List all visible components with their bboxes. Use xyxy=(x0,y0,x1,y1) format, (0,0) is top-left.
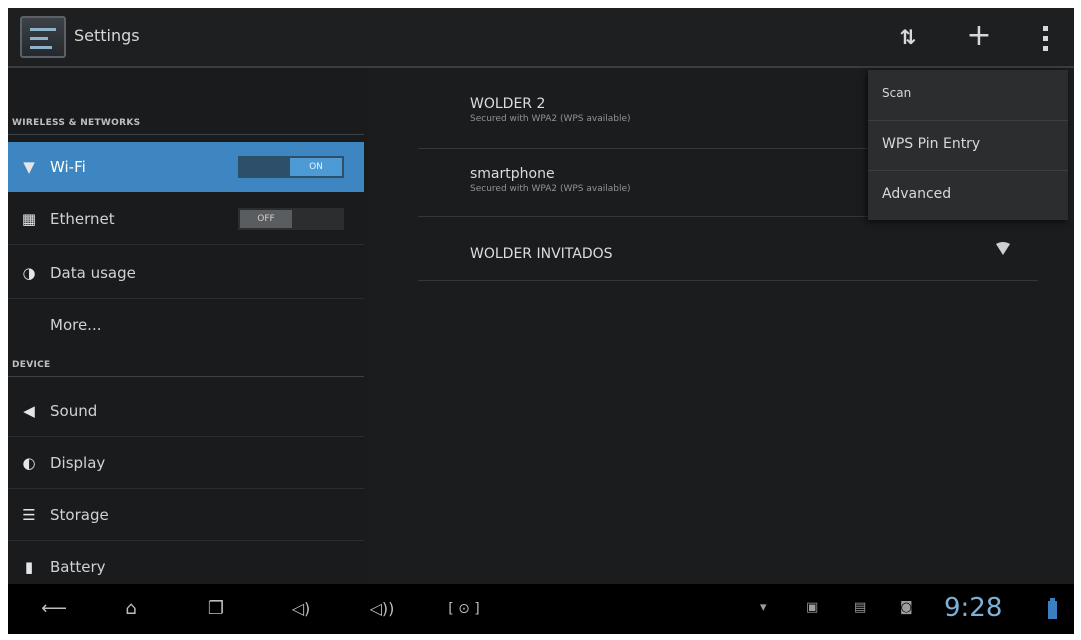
volume-down-icon[interactable]: ◁) xyxy=(286,594,316,624)
sidebar-item-ethernet[interactable]: ▦ Ethernet OFF xyxy=(8,194,364,244)
image-notification-icon: ▤ xyxy=(854,600,867,615)
sidebar-item-label: More... xyxy=(50,316,102,334)
battery-icon: ▮ xyxy=(24,558,34,576)
screenshot-icon[interactable]: [ ⊙ ] xyxy=(444,594,484,624)
item-divider xyxy=(8,244,364,245)
ethernet-toggle-state: OFF xyxy=(240,210,292,228)
item-divider xyxy=(8,436,364,437)
recent-apps-icon[interactable]: ❐ xyxy=(196,594,236,624)
item-divider xyxy=(8,488,364,489)
sync-icon[interactable]: ⇅ xyxy=(890,18,926,56)
menu-item-scan[interactable]: Scan xyxy=(882,86,911,100)
slider-line xyxy=(30,28,56,31)
sidebar-item-display[interactable]: ◐ Display xyxy=(8,438,364,488)
sound-icon: ◀ xyxy=(23,402,35,420)
wifi-icon: ▼ xyxy=(23,158,35,176)
gallery-notification-icon: ▣ xyxy=(806,600,819,615)
network-item-wolder-invitados[interactable]: WOLDER INVITADOS xyxy=(470,246,1030,262)
menu-item-wps-pin-entry[interactable]: WPS Pin Entry xyxy=(882,136,980,152)
wifi-toggle[interactable]: ON xyxy=(238,156,344,178)
overflow-menu-icon[interactable] xyxy=(1030,18,1060,56)
sidebar-item-more[interactable]: More... xyxy=(8,300,364,350)
section-header-wireless: WIRELESS & NETWORKS xyxy=(12,118,141,128)
slider-line xyxy=(30,37,48,40)
sidebar-item-label: Ethernet xyxy=(50,210,115,228)
camera-notification-icon: ◙ xyxy=(900,600,913,615)
wifi-status-icon: ▾ xyxy=(760,600,767,615)
data-usage-icon: ◑ xyxy=(22,264,36,282)
sidebar-item-sound[interactable]: ◀ Sound xyxy=(8,386,364,436)
battery-level xyxy=(1048,601,1057,619)
android-screen: Settings ⇅ + WIRELESS & NETWORKS ▼ Wi-Fi… xyxy=(8,8,1074,634)
wifi-toggle-state: ON xyxy=(290,158,342,176)
sidebar-item-storage[interactable]: ☰ Storage xyxy=(8,490,364,540)
slider-line xyxy=(30,46,52,49)
section-header-device: DEVICE xyxy=(12,360,51,370)
volume-up-icon[interactable]: ◁)) xyxy=(362,594,402,624)
section-divider xyxy=(8,376,364,377)
action-bar: Settings ⇅ + xyxy=(8,8,1074,66)
item-divider xyxy=(8,298,364,299)
system-bar: ⟵ ⌂ ❐ ◁) ◁)) [ ⊙ ] ▾ ▣ ▤ ◙ 9:28 xyxy=(8,584,1074,634)
section-divider xyxy=(8,134,364,135)
sidebar-item-data-usage[interactable]: ◑ Data usage xyxy=(8,248,364,298)
network-ssid: WOLDER INVITADOS xyxy=(470,246,613,262)
ethernet-icon: ▦ xyxy=(21,210,37,228)
sidebar-item-label: Data usage xyxy=(50,264,136,282)
menu-item-advanced[interactable]: Advanced xyxy=(882,186,951,202)
ethernet-toggle[interactable]: OFF xyxy=(238,208,344,230)
sidebar-item-wifi[interactable]: ▼ Wi-Fi ON xyxy=(8,142,364,192)
wifi-signal-icon xyxy=(996,242,1010,255)
back-icon[interactable]: ⟵ xyxy=(34,594,74,624)
network-divider xyxy=(418,280,1038,281)
sidebar-item-label: Storage xyxy=(50,506,109,524)
storage-icon: ☰ xyxy=(22,506,36,524)
settings-app-icon xyxy=(20,16,66,58)
menu-divider xyxy=(868,120,1068,121)
display-icon: ◐ xyxy=(22,454,36,472)
settings-sidebar: WIRELESS & NETWORKS ▼ Wi-Fi ON ▦ Etherne… xyxy=(8,68,368,584)
status-clock: 9:28 xyxy=(944,593,1003,623)
sidebar-item-label: Battery xyxy=(50,558,106,576)
app-title: Settings xyxy=(74,26,140,45)
home-icon[interactable]: ⌂ xyxy=(108,594,154,624)
item-divider xyxy=(8,540,364,541)
overflow-menu: Scan WPS Pin Entry Advanced xyxy=(868,70,1068,220)
sidebar-item-label: Wi-Fi xyxy=(50,158,86,176)
menu-divider xyxy=(868,170,1068,171)
add-network-icon[interactable]: + xyxy=(961,18,997,56)
sidebar-item-label: Display xyxy=(50,454,106,472)
sidebar-item-label: Sound xyxy=(50,402,98,420)
